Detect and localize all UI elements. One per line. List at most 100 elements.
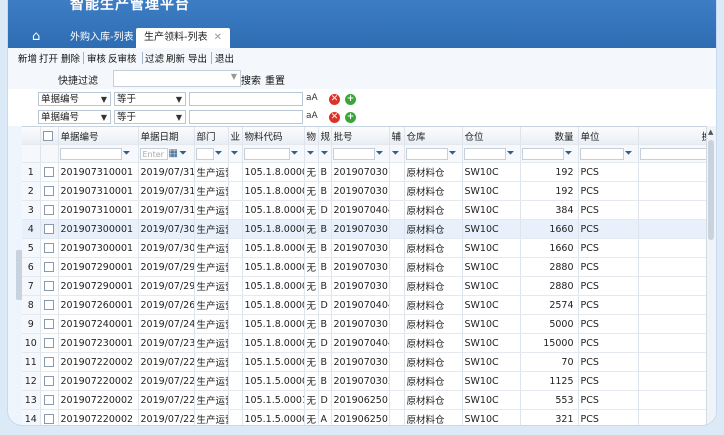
audit-button[interactable]: 审核 <box>87 51 106 65</box>
operator-select[interactable]: 等于 ▼ <box>114 110 186 124</box>
column-filter-input[interactable] <box>521 147 564 160</box>
row-select-checkbox[interactable] <box>44 300 54 310</box>
table-row[interactable]: 5 2019073000012019/07/30生产运营 105.1.8.0000无… <box>22 238 716 258</box>
col-header[interactable]: 数量 <box>520 127 579 145</box>
column-filter-input[interactable] <box>59 147 122 160</box>
row-select-checkbox[interactable] <box>44 281 54 291</box>
filter-funnel-icon[interactable]: ⏷ <box>565 148 573 159</box>
add-condition-icon[interactable]: + <box>345 94 356 105</box>
row-select-checkbox[interactable] <box>44 186 54 196</box>
table-row[interactable]: 7 2019072900012019/07/29生产运营 105.1.8.0000无… <box>22 276 716 296</box>
row-select-checkbox[interactable] <box>44 395 54 405</box>
filter-funnel-icon[interactable]: ⏷ <box>507 148 515 159</box>
case-toggle[interactable]: aA <box>306 93 318 103</box>
filter-funnel-icon[interactable]: ⏷ <box>123 148 131 159</box>
new-button[interactable]: 新增 <box>18 51 37 65</box>
operator-select[interactable]: 等于 ▼ <box>114 92 186 106</box>
open-button[interactable]: 打开 <box>39 51 58 65</box>
table-row[interactable]: 6 2019072900012019/07/29生产运营 105.1.8.0000无… <box>22 257 716 277</box>
col-header[interactable]: 换算 <box>638 127 716 145</box>
row-select-checkbox[interactable] <box>44 205 54 215</box>
export-button[interactable]: 导出 <box>188 51 207 65</box>
filter-funnel-icon[interactable]: ⏷ <box>307 148 315 159</box>
delete-button[interactable]: 删除 <box>61 51 80 65</box>
field-select[interactable]: 单据编号 ▼ <box>38 92 111 106</box>
col-header[interactable]: 业 <box>228 127 243 145</box>
case-toggle[interactable]: aA <box>306 111 318 121</box>
table-row[interactable]: 11 2019072200022019/07/22生产运营 105.1.5.0000… <box>22 352 716 372</box>
column-filter-input[interactable] <box>639 147 710 160</box>
exit-button[interactable]: 退出 <box>215 51 234 65</box>
col-header[interactable]: 单据日期 <box>138 127 195 145</box>
column-filter-input[interactable] <box>405 147 448 160</box>
vertical-scrollbar[interactable]: ▲ <box>706 126 716 425</box>
row-select-checkbox[interactable] <box>44 414 54 424</box>
column-filter-input[interactable] <box>579 147 624 160</box>
condition-value-input[interactable] <box>189 110 303 124</box>
column-filter-input[interactable] <box>243 147 290 160</box>
col-header[interactable]: 部门 <box>194 127 229 145</box>
col-header[interactable]: 物 <box>304 127 319 145</box>
column-filter-input[interactable] <box>463 147 506 160</box>
col-header[interactable]: 物料代码 <box>242 127 305 145</box>
remove-condition-icon[interactable]: ✕ <box>329 112 340 123</box>
refresh-button[interactable]: 刷新 <box>166 51 185 65</box>
table-row[interactable]: 3 2019073100012019/07/31生产运营 105.1.8.0000无… <box>22 200 716 220</box>
col-header[interactable]: 单位 <box>578 127 639 145</box>
filter-funnel-icon[interactable]: ⏷ <box>231 148 239 159</box>
search-button[interactable]: 搜索 <box>241 72 261 87</box>
col-header[interactable]: 批号 <box>331 127 390 145</box>
tab-purchase-inbound[interactable]: 外购入库-列表 <box>62 28 142 48</box>
close-icon[interactable]: ✕ <box>214 28 222 48</box>
row-select-checkbox[interactable] <box>44 167 54 177</box>
col-header[interactable]: 仓库 <box>404 127 463 145</box>
filter-funnel-icon[interactable]: ⏷ <box>449 148 457 159</box>
col-header[interactable]: 规 <box>318 127 332 145</box>
col-header[interactable]: 辅 <box>389 127 405 145</box>
row-select-checkbox[interactable] <box>44 319 54 329</box>
remove-condition-icon[interactable]: ✕ <box>329 94 340 105</box>
filter-funnel-icon[interactable]: ⏷ <box>625 148 633 159</box>
unaudit-button[interactable]: 反审核 <box>108 51 137 65</box>
scrollbar-thumb[interactable] <box>708 140 714 240</box>
row-select-checkbox[interactable] <box>44 262 54 272</box>
home-icon[interactable]: ⌂ <box>32 30 48 44</box>
row-select-checkbox[interactable] <box>44 224 54 234</box>
table-row[interactable]: 4 2019073000012019/07/30生产运营 105.1.8.0000无… <box>22 219 716 239</box>
row-select-checkbox[interactable] <box>44 338 54 348</box>
scroll-up-icon[interactable]: ▲ <box>708 128 713 136</box>
filter-button[interactable]: 过滤 <box>145 51 164 65</box>
table-row[interactable]: 8 2019072600012019/07/26生产运营 105.1.8.0000无… <box>22 295 716 315</box>
table-row[interactable]: 1 2019073100012019/07/31生产运营 105.1.8.0000无… <box>22 162 716 182</box>
table-row[interactable]: 2 2019073100012019/07/31生产运营 105.1.8.0000无… <box>22 181 716 201</box>
filter-funnel-icon[interactable]: ⏷ <box>376 148 384 159</box>
column-filter-input[interactable] <box>195 147 214 160</box>
table-row[interactable]: 9 2019072400012019/07/24生产运营 105.1.8.0000无… <box>22 314 716 334</box>
filter-funnel-icon[interactable]: ⏷ <box>179 148 187 159</box>
col-header[interactable]: 单据编号 <box>58 127 139 145</box>
table-row[interactable]: 10 2019072300012019/07/23生产运营 105.1.8.0000… <box>22 333 716 353</box>
filter-funnel-icon[interactable]: ⏷ <box>321 148 329 159</box>
date-filter-input[interactable]: Enter <box>139 147 168 160</box>
column-filter-input[interactable] <box>332 147 375 160</box>
table-row[interactable]: 13 2019072200022019/07/22生产运营 105.1.5.0001… <box>22 390 716 410</box>
filter-funnel-icon[interactable]: ⏷ <box>215 148 223 159</box>
row-select-checkbox[interactable] <box>44 376 54 386</box>
row-select-checkbox[interactable] <box>44 243 54 253</box>
filter-funnel-icon[interactable]: ⏷ <box>392 148 400 159</box>
condition-value-input[interactable] <box>189 92 303 106</box>
tab-production-picking[interactable]: 生产领料-列表 ✕ <box>136 28 230 48</box>
field-select[interactable]: 单据编号 ▼ <box>38 110 111 124</box>
add-condition-icon[interactable]: + <box>345 112 356 123</box>
quick-filter-select[interactable]: ▼ <box>113 70 241 87</box>
reset-button[interactable]: 重置 <box>265 72 285 87</box>
select-all-checkbox[interactable] <box>42 130 53 141</box>
filter-funnel-icon[interactable]: ⏷ <box>291 148 299 159</box>
calendar-icon[interactable]: ▦ <box>169 148 178 159</box>
table-row[interactable]: 14 2019072200022019/07/22生产运营 105.1.5.0000… <box>22 409 716 425</box>
select-all-header[interactable] <box>40 127 59 145</box>
table-row[interactable]: 12 2019072200022019/07/22生产运营 105.1.5.0000… <box>22 371 716 391</box>
row-select-checkbox[interactable] <box>44 357 54 367</box>
col-header[interactable]: 仓位 <box>462 127 521 145</box>
cell-dept: 生产运营 <box>194 238 229 258</box>
